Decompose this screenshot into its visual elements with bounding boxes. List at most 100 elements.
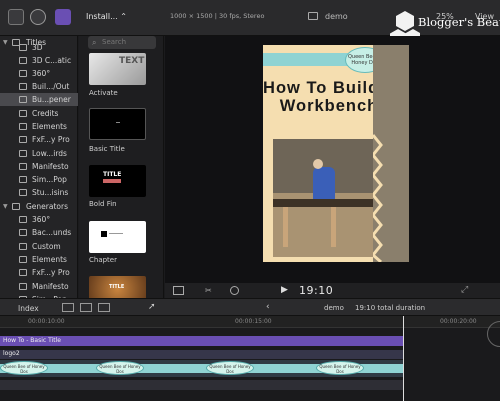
logo-thumbnail: Queen Bee of Honey Dos [206, 361, 254, 375]
watermark-text: Blogger's Beat [418, 15, 500, 29]
sidebar-item[interactable]: Elements [0, 253, 78, 266]
logo-clip-header[interactable]: logo2 [0, 350, 403, 359]
index-button[interactable]: Index [18, 304, 39, 313]
thumbnail-label: Activate [89, 89, 118, 97]
workbench-leg [283, 207, 288, 247]
sidebar-item-label: 3D [32, 43, 43, 52]
viewer: Queen Bee of Honey Dos How To Build a Wo… [165, 36, 500, 283]
category-icon [19, 110, 27, 117]
photos-icon[interactable] [8, 9, 24, 25]
sidebar-item-label: Manifesto [32, 162, 69, 171]
sidebar-item[interactable]: Low...irds [0, 147, 78, 160]
installed-dropdown[interactable]: Install... ⌃ [86, 12, 127, 21]
category-icon [12, 203, 20, 210]
book-cover-preview: Queen Bee of Honey Dos How To Build a Wo… [263, 45, 409, 262]
sidebar-item[interactable]: Credits [0, 107, 78, 120]
timeline-header: Index ➚ ‹ demo 19:10 total duration [0, 298, 500, 316]
logo-thumbnail: Queen Bee of Honey Dos [0, 361, 48, 375]
timeline-zoom-control[interactable] [487, 321, 500, 347]
timeline-ruler[interactable]: 00:00:10:00 00:00:15:00 00:00:20:00 [0, 316, 500, 328]
sidebar-item[interactable]: Manifesto [0, 280, 78, 293]
sidebar-item-label: FxF...y Pro [32, 135, 70, 144]
category-icon [19, 176, 27, 183]
category-icon [19, 150, 27, 157]
category-icon [19, 123, 27, 130]
thumbnail-mark [116, 122, 120, 123]
sidebar-item-label: Sim...Pop [32, 175, 67, 184]
titles-generators-icon[interactable] [55, 9, 71, 25]
sidebar-item-label: Generators [26, 202, 68, 211]
sidebar-item[interactable]: FxF...y Pro [0, 266, 78, 279]
category-icon [19, 83, 27, 90]
logo-thumbnail: Queen Bee of Honey Dos [96, 361, 144, 375]
music-icon[interactable] [30, 9, 46, 25]
category-icon [19, 96, 27, 103]
sidebar-item-label: Bac...unds [32, 228, 72, 237]
clip-label: logo2 [3, 350, 20, 357]
sidebar-item[interactable]: Buil.../Out [0, 80, 78, 93]
total-duration: 19:10 total duration [355, 304, 426, 312]
sidebar-item-label: Buil.../Out [32, 82, 70, 91]
sidebar-item-label: 360° [32, 215, 51, 224]
logo-thumbnail: Queen Bee of Honey Dos [316, 361, 364, 375]
sidebar-item[interactable]: 3D C...atic [0, 54, 78, 67]
category-icon [19, 57, 27, 64]
logo-clip-filmstrip[interactable]: Queen Bee of Honey Dos Queen Bee of Hone… [0, 360, 403, 377]
playhead[interactable] [403, 316, 404, 401]
timeline: 00:00:10:00 00:00:15:00 00:00:20:00 How … [0, 316, 500, 401]
category-icon [19, 189, 27, 196]
sidebar-item[interactable]: Manifesto [0, 160, 78, 173]
sidebar-item-selected[interactable]: Bu...pener [0, 93, 78, 107]
thumbnail-text: TITLE [109, 284, 125, 290]
thumbnail-basic-title[interactable] [89, 108, 146, 140]
title-clip[interactable]: How To - Basic Title [0, 336, 403, 346]
ruler-label: 00:00:10:00 [28, 318, 65, 325]
thumbnail-title[interactable]: TITLE [89, 276, 146, 298]
sidebar-item[interactable]: Sim...Pop [0, 173, 78, 186]
sidebar-item-generators[interactable]: ▼ Generators [0, 200, 78, 213]
sidebar-item-label: Low...irds [32, 149, 67, 158]
disclosure-icon[interactable]: ▼ [3, 200, 8, 213]
sidebar-item[interactable]: 3D [0, 41, 78, 54]
search-icon: ⌕ [92, 38, 97, 47]
ruler-label: 00:00:20:00 [440, 318, 477, 325]
sidebar-item[interactable]: Elements [0, 120, 78, 133]
category-icon [19, 70, 27, 77]
sidebar-item[interactable]: 360° [0, 67, 78, 80]
library-sidebar: ▼ Titles 3D 3D C...atic 360° Buil.../Out… [0, 36, 78, 304]
project-format-label: 1000 × 1500 | 30 fps, Stereo [170, 12, 265, 20]
thumbnail-bold-fin[interactable]: TITLE [89, 165, 146, 197]
sidebar-item[interactable]: Bac...unds [0, 226, 78, 239]
sidebar-item-label: Elements [32, 255, 67, 264]
fullscreen-icon[interactable]: ⤢ [461, 285, 468, 295]
sidebar-item-label: FxF...y Pro [32, 268, 70, 277]
back-icon[interactable]: ‹ [266, 302, 270, 312]
thumbnail-mark [109, 233, 123, 234]
transform-icon[interactable] [173, 286, 184, 295]
sidebar-item[interactable]: Custom [0, 240, 78, 253]
torn-edge-icon [370, 134, 383, 262]
clip-appearance-icon[interactable] [62, 303, 74, 312]
clip-label: How To - Basic Title [3, 337, 61, 344]
category-icon [19, 256, 27, 263]
play-icon[interactable]: ▶ [281, 285, 288, 295]
category-icon [19, 136, 27, 143]
category-icon [19, 229, 27, 236]
clapper-icon [308, 12, 318, 20]
workbench-leg [331, 207, 336, 247]
search-field[interactable]: ⌕ Search [88, 36, 156, 49]
empty-track [0, 380, 403, 390]
sidebar-item-label: Stu...isins [32, 188, 69, 197]
person-head [313, 159, 323, 169]
thumbnail-activate[interactable]: TEXT [89, 53, 146, 85]
snap-icon[interactable] [80, 303, 92, 312]
trim-icon[interactable]: ✂ [205, 286, 212, 295]
sidebar-item[interactable]: FxF...y Pro [0, 133, 78, 146]
sidebar-item[interactable]: 360° [0, 213, 78, 226]
sidebar-item[interactable]: Stu...isins [0, 186, 78, 199]
speed-icon[interactable] [230, 286, 239, 295]
skim-icon[interactable] [98, 303, 110, 312]
thumbnail-mark [103, 179, 121, 183]
thumbnail-chapter[interactable] [89, 221, 146, 253]
select-tool-icon[interactable]: ➚ [148, 302, 156, 312]
